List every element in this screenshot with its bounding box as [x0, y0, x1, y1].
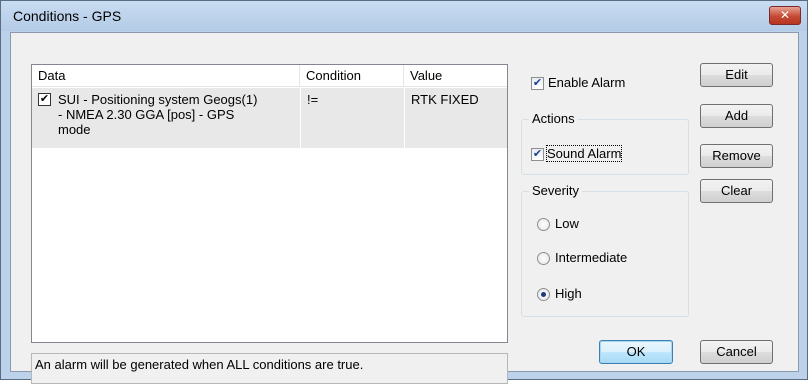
column-header-condition[interactable]: Condition	[300, 65, 404, 87]
sound-alarm-checkbox[interactable]: ✔	[531, 148, 544, 161]
row-data-cell: SUI - Positioning system Geogs(1) - NMEA…	[58, 92, 298, 137]
severity-group-title: Severity	[529, 183, 582, 198]
edit-button[interactable]: Edit	[700, 63, 773, 87]
add-button[interactable]: Add	[700, 104, 773, 128]
row-value-cell: RTK FIXED	[411, 92, 479, 107]
clear-button[interactable]: Clear	[700, 179, 773, 203]
sound-alarm-label[interactable]: Sound Alarm	[545, 145, 623, 162]
actions-group-title: Actions	[529, 111, 578, 126]
close-icon: ✕	[779, 8, 791, 22]
cancel-button[interactable]: Cancel	[700, 340, 773, 364]
dialog-body: Data Condition Value ✔ SUI - Positioning…	[10, 32, 799, 384]
check-icon: ✔	[532, 77, 543, 89]
title-bar[interactable]: Conditions - GPS ✕	[1, 1, 807, 31]
severity-intermediate-radio[interactable]	[537, 252, 550, 265]
check-icon: ✔	[39, 93, 50, 105]
list-header: Data Condition Value	[32, 65, 507, 87]
severity-high-label[interactable]: High	[555, 286, 582, 301]
status-message: An alarm will be generated when ALL cond…	[31, 353, 508, 384]
window-title: Conditions - GPS	[13, 8, 122, 24]
column-header-value[interactable]: Value	[404, 65, 507, 87]
row-checkbox[interactable]: ✔	[38, 93, 51, 106]
row-condition-cell: !=	[307, 92, 319, 107]
check-icon: ✔	[532, 148, 543, 160]
severity-intermediate-label[interactable]: Intermediate	[555, 250, 627, 265]
severity-high-radio[interactable]	[537, 288, 550, 301]
row-data-line: - NMEA 2.30 GGA [pos] - GPS	[58, 107, 235, 122]
row-data-line: mode	[58, 122, 91, 137]
severity-low-radio[interactable]	[537, 218, 550, 231]
row-data-line: SUI - Positioning system Geogs(1)	[58, 92, 258, 107]
close-button[interactable]: ✕	[769, 6, 801, 25]
conditions-list[interactable]: Data Condition Value ✔ SUI - Positioning…	[31, 64, 508, 343]
enable-alarm-label[interactable]: Enable Alarm	[548, 75, 625, 90]
severity-low-label[interactable]: Low	[555, 216, 579, 231]
remove-button[interactable]: Remove	[700, 144, 773, 168]
column-header-data[interactable]: Data	[32, 65, 300, 87]
column-divider	[404, 88, 405, 148]
ok-button[interactable]: OK	[599, 340, 673, 364]
enable-alarm-checkbox[interactable]: ✔	[531, 77, 544, 90]
column-divider	[300, 88, 301, 148]
table-row[interactable]: ✔ SUI - Positioning system Geogs(1) - NM…	[32, 88, 507, 148]
conditions-dialog: Conditions - GPS ✕ Data Condition Value …	[0, 0, 808, 384]
